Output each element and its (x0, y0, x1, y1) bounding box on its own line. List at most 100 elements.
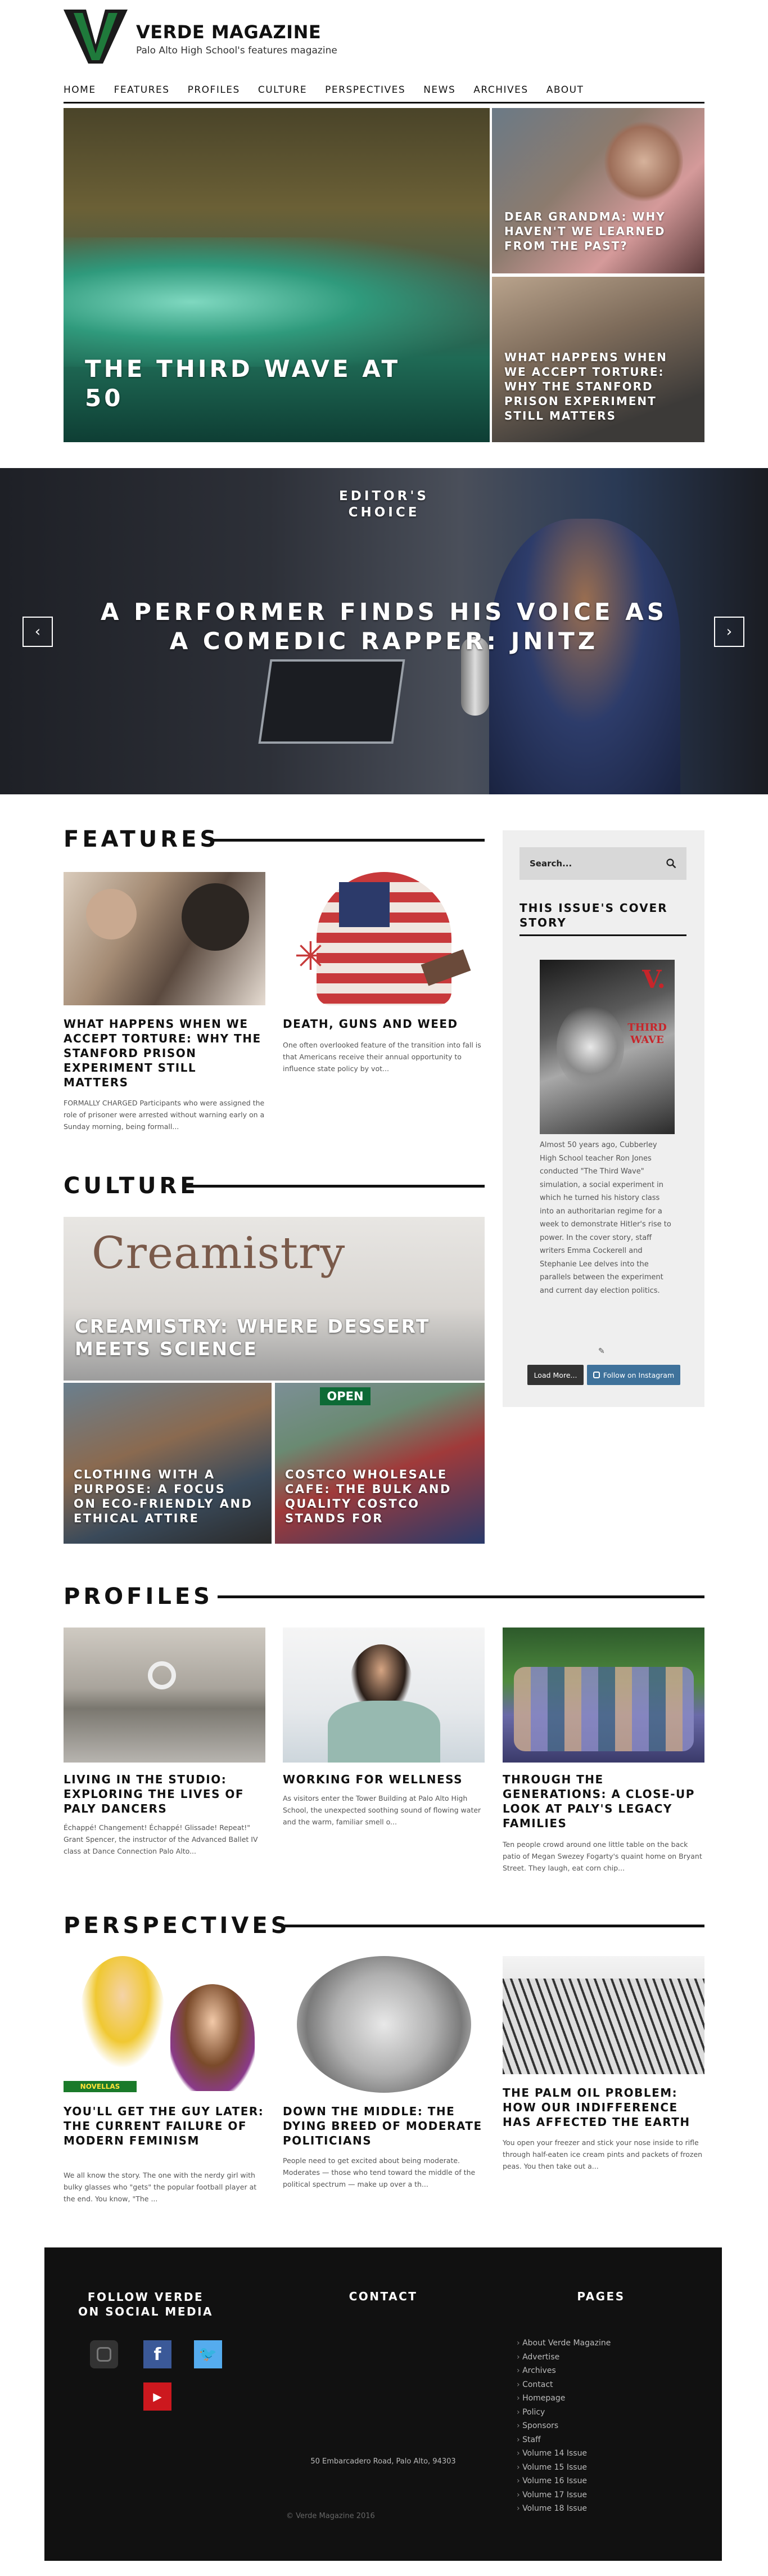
culture-sub-right-story[interactable]: OPEN COSTCO WHOLESALE CAFE: THE BULK AND… (275, 1383, 485, 1544)
footer-link-about[interactable]: About Verde Magazine (517, 2336, 611, 2350)
culture-main-title[interactable]: CREAMISTRY: WHERE DESSERT MEETS SCIENCE (75, 1315, 468, 1360)
footer-link-homepage[interactable]: Homepage (517, 2391, 611, 2406)
verde-logo[interactable] (64, 10, 128, 64)
palm-forest-illustration (503, 1979, 704, 2074)
open-sign: OPEN (320, 1387, 371, 1405)
profiles-rule (218, 1595, 704, 1598)
perspectives-rule (284, 1925, 704, 1927)
instagram-loading-icon: ✎ (598, 1347, 605, 1356)
perspectives-card-3-image[interactable] (503, 1956, 704, 2074)
editors-choice-slider[interactable]: EDITOR'S CHOICE A PERFORMER FINDS HIS VO… (0, 468, 768, 794)
nav-home[interactable]: HOME (64, 84, 96, 96)
editors-choice-title[interactable]: A PERFORMER FINDS HIS VOICE AS A COMEDIC… (84, 597, 684, 656)
illustration-figure (182, 883, 249, 951)
profiles-card-2-title[interactable]: WORKING FOR WELLNESS (283, 1772, 485, 1787)
features-card-1-image[interactable] (64, 872, 265, 1005)
perspectives-card-3-excerpt: You open your freezer and stick your nos… (503, 2138, 703, 2170)
facebook-icon[interactable]: f (143, 2340, 171, 2368)
features-card-2-title[interactable]: DEATH, GUNS AND WEED (283, 1017, 485, 1031)
footer-link-archives[interactable]: Archives (517, 2364, 611, 2378)
hero-main-image (64, 237, 490, 367)
profiles-card-3-image[interactable] (503, 1628, 704, 1763)
instagram-icon (593, 1372, 600, 1378)
perspectives-card-1-excerpt: We all know the story. The one with the … (64, 2171, 257, 2203)
footer-link-volume-15[interactable]: Volume 15 Issue (517, 2461, 611, 2475)
perspectives-card-2-image[interactable] (283, 1956, 485, 2093)
twitter-icon[interactable]: 🐦 (194, 2340, 222, 2368)
nav-archives[interactable]: ARCHIVES (473, 84, 528, 96)
features-card-1-title[interactable]: WHAT HAPPENS WHEN WE ACCEPT TORTURE: WHY… (64, 1017, 265, 1090)
profiles-card-2-image[interactable] (283, 1628, 485, 1763)
culture-sub-left-title[interactable]: CLOTHING WITH A PURPOSE: A FOCUS ON ECO-… (74, 1467, 254, 1526)
nav-features[interactable]: FEATURES (114, 84, 170, 96)
features-rule (211, 839, 485, 842)
footer-link-contact[interactable]: Contact (517, 2378, 611, 2392)
footer-link-volume-16[interactable]: Volume 16 Issue (517, 2474, 611, 2488)
profiles-card-1-excerpt: Échappé! Changement! Échappé! Glissade! … (64, 1823, 258, 1855)
culture-sub-right-title[interactable]: COSTCO WHOLESALE CAFE: THE BULK AND QUAL… (285, 1467, 465, 1526)
novellas-label: NOVELLAS (64, 2081, 137, 2092)
site-title[interactable]: VERDE MAGAZINE (136, 21, 321, 43)
search-input[interactable]: Search... (519, 847, 686, 880)
footer-pages-list: About Verde Magazine Advertise Archives … (517, 2336, 611, 2516)
perspectives-card-2-excerpt: People need to get excited about being m… (283, 2156, 476, 2188)
profiles-heading[interactable]: PROFILES (64, 1584, 213, 1610)
follow-instagram-label: Follow on Instagram (603, 1370, 675, 1379)
perspectives-card-3-title[interactable]: THE PALM OIL PROBLEM: HOW OUR INDIFFEREN… (503, 2085, 704, 2129)
search-icon[interactable] (666, 858, 676, 869)
cover-story-text: Almost 50 years ago, Cubberley High Scho… (540, 1141, 671, 1295)
profiles-card-1-image[interactable] (64, 1628, 265, 1763)
nav-about[interactable]: ABOUT (546, 84, 584, 96)
editors-choice-label: EDITOR'S CHOICE (339, 489, 429, 520)
ballet-prop (148, 1661, 176, 1689)
culture-heading[interactable]: CULTURE (64, 1173, 199, 1199)
hero-main-story[interactable]: THE THIRD WAVE AT 50 (64, 108, 490, 442)
perspectives-card-1-image[interactable]: NOVELLAS (64, 1956, 265, 2093)
culture-sub-left-story[interactable]: CLOTHING WITH A PURPOSE: A FOCUS ON ECO-… (64, 1383, 272, 1544)
leaf-icon: ✳ (294, 933, 327, 979)
footer-link-volume-18[interactable]: Volume 18 Issue (517, 2502, 611, 2516)
youtube-icon[interactable]: ▶ (143, 2382, 171, 2411)
footer-link-sponsors[interactable]: Sponsors (517, 2419, 611, 2433)
hero-main-title[interactable]: THE THIRD WAVE AT 50 (85, 354, 422, 413)
features-heading[interactable]: FEATURES (64, 826, 219, 852)
nav-perspectives[interactable]: PERSPECTIVES (325, 84, 405, 96)
instagram-icon[interactable] (90, 2340, 118, 2368)
footer-link-advertise[interactable]: Advertise (517, 2350, 611, 2364)
features-card-2-image[interactable]: ✳ (283, 872, 485, 1005)
laptop-shape (258, 659, 405, 744)
footer-link-policy[interactable]: Policy (517, 2406, 611, 2420)
nav-culture[interactable]: CULTURE (258, 84, 307, 96)
perspectives-heading[interactable]: PERSPECTIVES (64, 1913, 291, 1939)
nav-news[interactable]: NEWS (423, 84, 455, 96)
search-placeholder: Search... (530, 858, 572, 869)
hero-side-top-image (604, 119, 683, 204)
slider-prev-button[interactable]: ‹ (22, 617, 53, 647)
footer-link-volume-14[interactable]: Volume 14 Issue (517, 2447, 611, 2461)
footer-link-staff[interactable]: Staff (517, 2433, 611, 2447)
culture-main-story[interactable]: Creamistry CREAMISTRY: WHERE DESSERT MEE… (64, 1217, 485, 1381)
illustration-figure (86, 889, 137, 939)
profiles-card-1-title[interactable]: LIVING IN THE STUDIO: EXPLORING THE LIVE… (64, 1772, 265, 1816)
cover-image[interactable]: V. THIRD WAVE (540, 960, 675, 1134)
follow-instagram-button[interactable]: Follow on Instagram (587, 1365, 680, 1385)
footer-link-volume-17[interactable]: Volume 17 Issue (517, 2488, 611, 2502)
creamistry-sign: Creamistry (92, 1228, 346, 1279)
features-card-2-excerpt: One often overlooked feature of the tran… (283, 1041, 481, 1073)
hero-side-top-title[interactable]: DEAR GRANDMA: WHY HAVEN'T WE LEARNED FRO… (504, 209, 690, 253)
culture-rule (186, 1185, 485, 1188)
footer-copyright: © Verde Magazine 2016 (286, 2512, 375, 2520)
cover-title: THIRD WAVE (627, 1022, 667, 1046)
perspectives-card-2-title[interactable]: DOWN THE MIDDLE: THE DYING BREED OF MODE… (283, 2104, 485, 2148)
slider-next-button[interactable]: › (714, 617, 744, 647)
load-more-button[interactable]: Load More... (527, 1365, 584, 1385)
profiles-card-3-title[interactable]: THROUGH THE GENERATIONS: A CLOSE-UP LOOK… (503, 1772, 704, 1831)
hero-side-top-story[interactable]: DEAR GRANDMA: WHY HAVEN'T WE LEARNED FRO… (492, 108, 704, 273)
profiles-card-3-excerpt: Ten people crowd around one little table… (503, 1840, 702, 1872)
hero-side-bottom-title[interactable]: WHAT HAPPENS WHEN WE ACCEPT TORTURE: WHY… (504, 350, 690, 423)
hero-side-bottom-story[interactable]: WHAT HAPPENS WHEN WE ACCEPT TORTURE: WHY… (492, 277, 704, 442)
performer-shape (489, 519, 680, 794)
nav-profiles[interactable]: PROFILES (188, 84, 240, 96)
perspectives-card-1-title[interactable]: YOU'LL GET THE GUY LATER: THE CURRENT FA… (64, 2104, 265, 2148)
comic-woman-1 (80, 1956, 165, 2069)
